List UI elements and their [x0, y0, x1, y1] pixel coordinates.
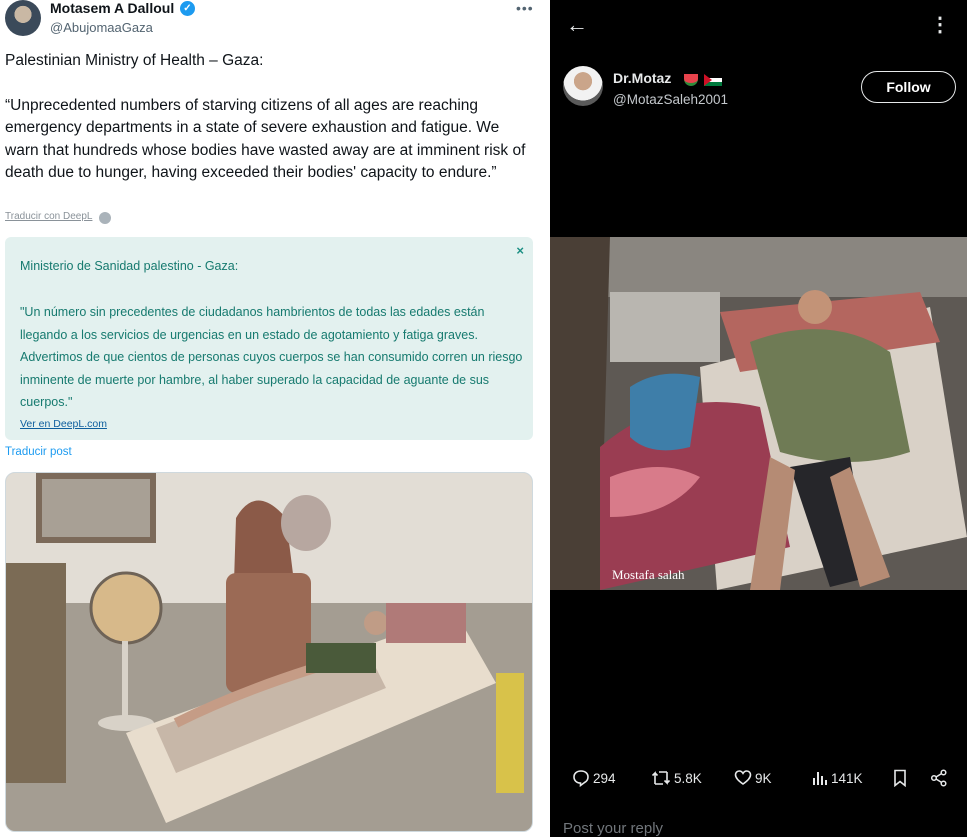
author-name[interactable]: Motasem A Dalloul — [50, 0, 174, 16]
translate-post-link[interactable]: Traducir post — [5, 446, 72, 458]
reply-input[interactable]: Post your reply — [563, 820, 663, 837]
author-avatar-right[interactable] — [563, 66, 603, 106]
author-handle-right[interactable]: @MotazSaleh2001 — [613, 92, 728, 107]
tweet-quote: “Unprecedented numbers of starving citiz… — [5, 96, 526, 182]
verified-badge-icon: ✓ — [180, 1, 195, 16]
hospital-bed-photo-illustration — [550, 237, 967, 590]
like-button[interactable]: 9K — [734, 766, 772, 790]
analytics-icon — [813, 772, 827, 785]
views-count: 141K — [831, 770, 863, 786]
bookmark-icon — [894, 769, 906, 787]
translation-title: Ministerio de Sanidad palestino - Gaza: — [20, 259, 239, 273]
repost-icon — [651, 771, 671, 785]
heart-icon — [734, 770, 752, 785]
media-viewer-panel: ← ⋮ Dr.Motaz @MotazSaleh2001 Follow Most… — [550, 0, 967, 837]
palestine-flag-icon — [703, 73, 722, 86]
photo-watermark: Mostafa salah — [612, 567, 685, 582]
reply-button[interactable]: 294 — [572, 766, 616, 790]
tweet-text: Palestinian Ministry of Health – Gaza: “… — [5, 50, 530, 207]
reply-icon — [573, 770, 589, 787]
watermelon-icon — [684, 73, 698, 86]
author-handle[interactable]: @AbujomaaGaza — [50, 20, 153, 35]
more-vertical-icon[interactable]: ⋮ — [930, 12, 950, 37]
translation-text: "Un número sin precedentes de ciudadanos… — [20, 305, 523, 409]
repost-count: 5.8K — [674, 770, 702, 786]
post-action-bar: 294 5.8K 9K 141K — [550, 766, 967, 790]
tweet-photo[interactable] — [5, 472, 533, 832]
view-on-deepl-link[interactable]: Ver en DeepL.com — [20, 418, 107, 430]
author-emoji-flags — [684, 71, 722, 86]
translation-panel: × Ministerio de Sanidad palestino - Gaza… — [5, 237, 533, 440]
back-arrow-icon[interactable]: ← — [566, 12, 588, 38]
author-avatar[interactable] — [5, 0, 41, 36]
author-name-right[interactable]: Dr.Motaz — [613, 70, 671, 86]
repost-button[interactable]: 5.8K — [651, 766, 702, 790]
follow-button[interactable]: Follow — [861, 71, 956, 103]
share-icon — [930, 769, 947, 787]
close-icon[interactable]: × — [516, 243, 524, 258]
like-count: 9K — [755, 770, 772, 786]
deepl-icon — [99, 212, 111, 224]
views-button[interactable]: 141K — [812, 766, 863, 790]
hospital-photo-illustration — [6, 473, 532, 831]
share-button[interactable] — [930, 766, 948, 790]
post-photo[interactable]: Mostafa salah — [550, 237, 967, 590]
left-tweet-panel: Motasem A Dalloul ✓ @AbujomaaGaza ••• Pa… — [0, 0, 548, 837]
bookmark-button[interactable] — [892, 766, 908, 790]
reply-count: 294 — [593, 770, 616, 786]
tweet-heading: Palestinian Ministry of Health – Gaza: — [5, 52, 264, 69]
deepl-translate-link[interactable]: Traducir con DeepL — [5, 211, 92, 222]
more-horizontal-icon[interactable]: ••• — [516, 0, 534, 16]
